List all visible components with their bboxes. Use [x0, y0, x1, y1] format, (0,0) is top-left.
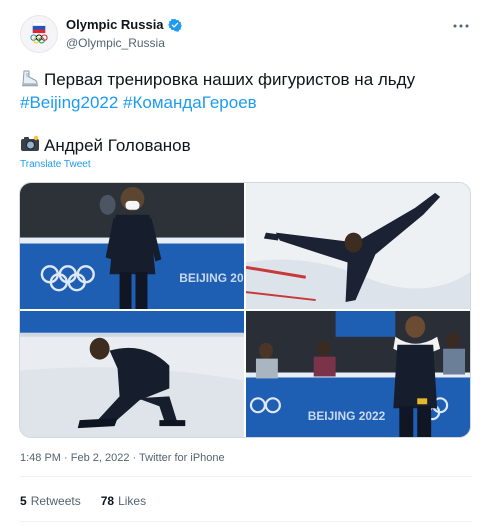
- tweet: Olympic Russia @Olympic_Russia Первая тр…: [0, 0, 492, 526]
- translate-tweet-link[interactable]: Translate Tweet: [20, 159, 91, 170]
- tweet-text-body: Первая тренировка наших фигуристов на ль…: [44, 70, 416, 89]
- skater-low-spin-image: [20, 311, 244, 437]
- tweet-hashtags: #Beijing2022 #КомандаГероев: [20, 91, 475, 114]
- camera-flash-emoji-icon: [21, 135, 39, 151]
- photo-4[interactable]: BEIJING 2022: [246, 311, 470, 437]
- tweet-text: Первая тренировка наших фигуристов на ль…: [20, 68, 475, 114]
- skater-standing-mask-image: BEIJING 2022: [20, 183, 244, 309]
- photo-1[interactable]: BEIJING 2022: [20, 183, 244, 309]
- author-name-row[interactable]: Olympic Russia: [66, 17, 182, 32]
- olympic-rings-logo-icon: [21, 16, 57, 52]
- media-grid: BEIJING 2022: [19, 182, 471, 438]
- retweets-stat[interactable]: 5 Retweets: [20, 494, 81, 508]
- hashtag-beijing2022[interactable]: #Beijing2022: [20, 93, 118, 112]
- tweet-text-line-1: Первая тренировка наших фигуристов на ль…: [20, 68, 475, 91]
- skater-spiral-image: [246, 183, 470, 309]
- likes-stat[interactable]: 78 Likes: [101, 494, 146, 508]
- hashtag-komanda-geroev[interactable]: #КомандаГероев: [123, 93, 257, 112]
- more-options-icon[interactable]: [450, 15, 472, 37]
- likes-count: 78: [100, 494, 115, 508]
- photo-credit-line: Андрей Голованов: [20, 134, 191, 157]
- retweets-count: 5: [20, 494, 27, 508]
- display-name[interactable]: Olympic Russia: [66, 17, 164, 32]
- divider: [20, 476, 472, 477]
- account-handle[interactable]: @Olympic_Russia: [66, 36, 165, 50]
- tweet-timestamp[interactable]: 1:48 PM · Feb 2, 2022 · Twitter for iPho…: [20, 452, 225, 464]
- likes-label: Likes: [118, 494, 147, 508]
- skater-with-towel-image: BEIJING 2022: [246, 311, 470, 437]
- divider: [20, 521, 472, 522]
- banner-text: BEIJING 2022: [308, 409, 386, 423]
- engagement-stats: 5 Retweets 78 Likes: [20, 494, 146, 508]
- retweets-label: Retweets: [30, 494, 81, 508]
- banner-text: BEIJING 2022: [179, 271, 244, 285]
- ice-skate-emoji-icon: [22, 70, 38, 87]
- avatar[interactable]: [20, 15, 58, 53]
- photo-2[interactable]: [246, 183, 470, 309]
- verified-badge-icon: [167, 18, 182, 32]
- photo-credit: Андрей Голованов: [44, 136, 191, 155]
- photo-3[interactable]: [20, 311, 244, 437]
